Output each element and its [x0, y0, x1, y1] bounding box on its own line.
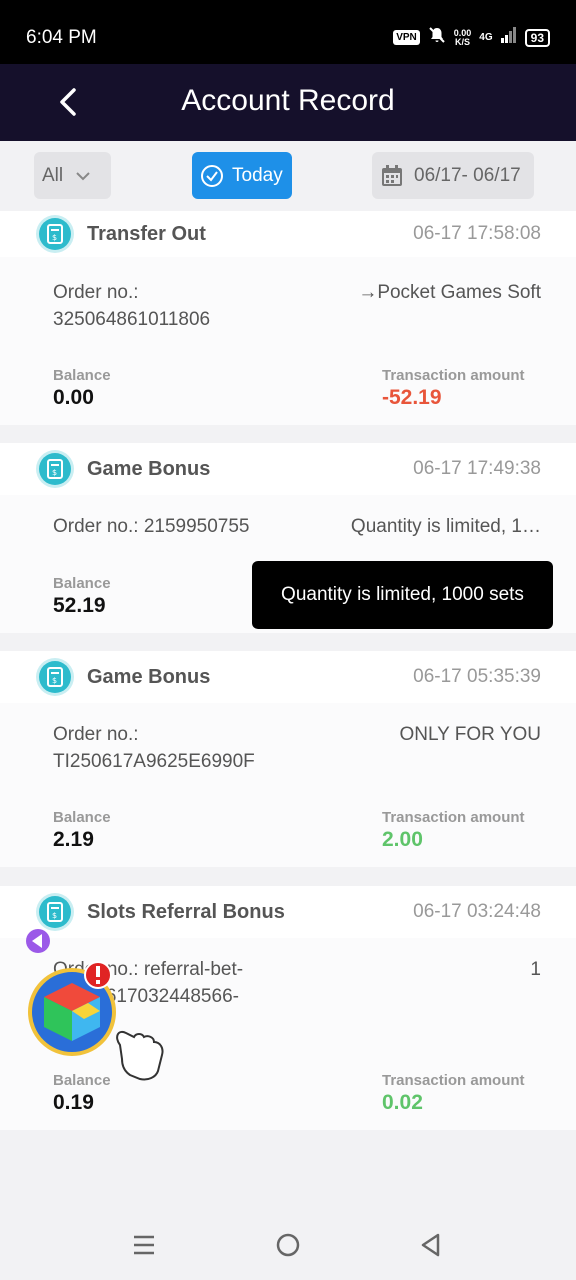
- status-bar: 6:04 PM VPN 0.00 K/S 4G 93: [0, 0, 576, 64]
- record-remark: 1: [530, 959, 541, 980]
- balance-value: 0.19: [53, 1091, 94, 1114]
- remark-tooltip: Quantity is limited, 1000 sets: [252, 561, 553, 629]
- receipt-icon: $: [39, 896, 71, 928]
- menu-icon[interactable]: [131, 1232, 157, 1258]
- page-title: Account Record: [181, 84, 395, 117]
- amount-label: Transaction amount: [382, 367, 525, 384]
- floating-promo-widget[interactable]: [22, 925, 172, 1085]
- balance-label: Balance: [53, 367, 111, 384]
- record-item[interactable]: $ Game Bonus 06-17 05:35:39 Order no.: T…: [0, 651, 576, 867]
- balance-value: 2.19: [53, 828, 94, 851]
- calendar-icon: [382, 164, 402, 186]
- status-icons: VPN 0.00 K/S 4G 93: [393, 26, 550, 49]
- signal-icon: [500, 27, 517, 48]
- back-triangle-icon[interactable]: [418, 1232, 444, 1258]
- svg-text:$: $: [52, 233, 57, 242]
- record-body: Order no.: 325064861011806 →Pocket Games…: [0, 257, 576, 425]
- receipt-icon: $: [39, 218, 71, 250]
- amount-label: Transaction amount: [382, 1072, 525, 1089]
- balance-label: Balance: [53, 809, 111, 826]
- amount-label: Transaction amount: [382, 809, 525, 826]
- record-time: 06-17 17:49:38: [413, 458, 541, 479]
- amount-value: 0.02: [382, 1091, 423, 1114]
- amount-value: -52.19: [382, 386, 442, 409]
- order-label: Order no.: 2159950755: [53, 516, 250, 537]
- balance-label: Balance: [53, 575, 111, 592]
- filter-bar: All Today 06/17- 06/17: [0, 141, 576, 211]
- notification-badge-icon: [84, 961, 112, 989]
- mute-icon: [428, 26, 446, 49]
- record-item[interactable]: $ Transfer Out 06-17 17:58:08 Order no.:…: [0, 211, 576, 425]
- record-remark[interactable]: Quantity is limited, 1…: [351, 513, 541, 540]
- chevron-down-icon: [76, 171, 90, 180]
- app-header: Account Record: [0, 64, 576, 141]
- pointing-hand-icon: [116, 1031, 164, 1081]
- svg-text:$: $: [52, 911, 57, 920]
- date-range-value: 06/17- 06/17: [414, 164, 521, 186]
- net-speed-unit: K/S: [455, 36, 471, 47]
- order-number: 325064861011806: [53, 309, 211, 330]
- record-title: Slots Referral Bonus: [87, 900, 285, 923]
- type-filter-dropdown[interactable]: All: [34, 152, 111, 199]
- amount-value: 2.00: [382, 828, 423, 851]
- type-filter-value: All: [42, 164, 64, 186]
- date-range-picker[interactable]: 06/17- 06/17: [372, 152, 534, 199]
- vpn-icon: VPN: [393, 30, 420, 45]
- receipt-icon: $: [39, 661, 71, 693]
- status-time: 6:04 PM: [26, 27, 97, 48]
- record-time: 06-17 05:35:39: [413, 666, 541, 687]
- record-header: $ Game Bonus 06-17 17:49:38: [0, 443, 576, 495]
- record-title: Game Bonus: [87, 665, 211, 688]
- svg-text:$: $: [52, 468, 57, 477]
- record-title: Transfer Out: [87, 222, 206, 245]
- home-icon[interactable]: [275, 1232, 301, 1258]
- order-label: Order no.:: [53, 724, 139, 745]
- record-remark: →Pocket Games Soft: [358, 282, 541, 303]
- balance-value: 0.00: [53, 386, 94, 409]
- record-time: 06-17 17:58:08: [413, 223, 541, 244]
- order-number: TI250617A9625E6990F: [53, 751, 255, 772]
- collapse-arrow-icon[interactable]: [26, 929, 50, 953]
- record-header: $ Game Bonus 06-17 05:35:39: [0, 651, 576, 703]
- record-remark: ONLY FOR YOU: [399, 724, 541, 745]
- order-label: Order no.:: [53, 282, 139, 303]
- network-type: 4G: [479, 32, 493, 43]
- battery-icon: 93: [524, 28, 550, 47]
- net-speed: 0.00 K/S: [454, 28, 472, 47]
- system-nav-bar: [0, 1200, 576, 1280]
- balance-value: 52.19: [53, 594, 106, 617]
- today-filter-button[interactable]: Today: [192, 152, 292, 199]
- record-header: $ Transfer Out 06-17 17:58:08: [0, 211, 576, 257]
- record-body: Order no.: TI250617A9625E6990F ONLY FOR …: [0, 703, 576, 867]
- svg-text:$: $: [52, 676, 57, 685]
- record-title: Game Bonus: [87, 457, 211, 480]
- record-time: 06-17 03:24:48: [413, 901, 541, 922]
- today-filter-label: Today: [232, 164, 283, 186]
- check-circle-icon: [201, 164, 223, 187]
- receipt-icon: $: [39, 453, 71, 485]
